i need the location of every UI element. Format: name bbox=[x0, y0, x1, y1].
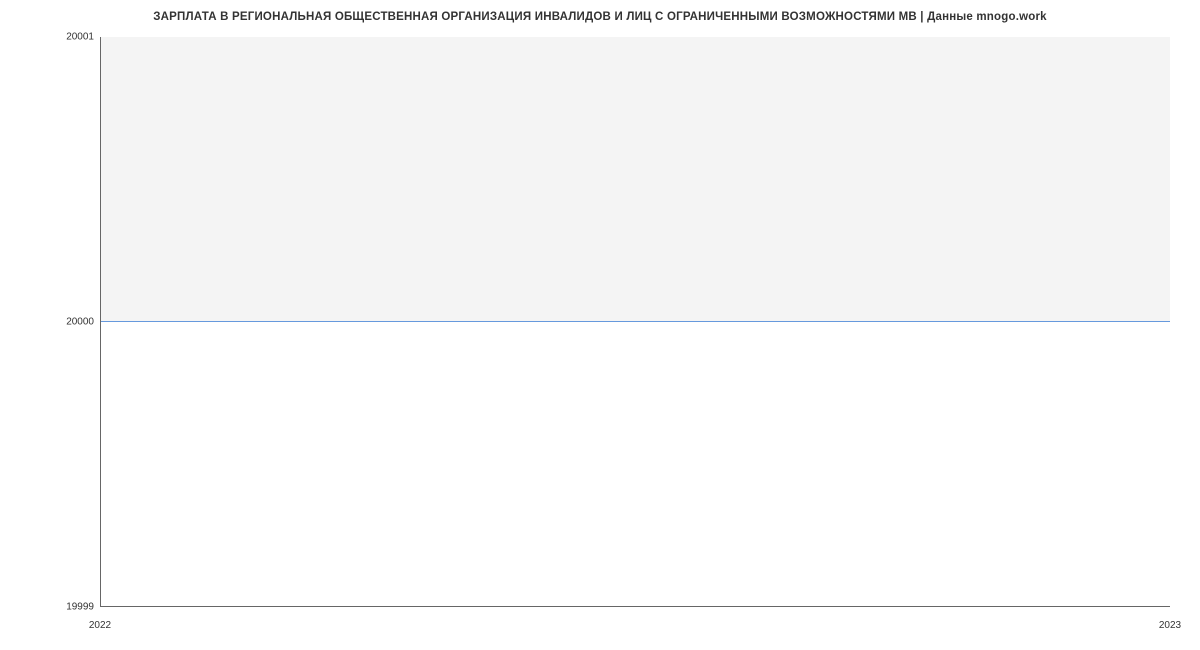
x-tick-left: 2022 bbox=[89, 620, 111, 631]
x-tick-right: 2023 bbox=[1159, 620, 1181, 631]
y-tick-top: 20001 bbox=[66, 32, 94, 43]
y-tick-mid: 20000 bbox=[66, 317, 94, 328]
y-tick-bottom: 19999 bbox=[66, 602, 94, 613]
chart-title: ЗАРПЛАТА В РЕГИОНАЛЬНАЯ ОБЩЕСТВЕННАЯ ОРГ… bbox=[30, 5, 1170, 37]
chart-container: ЗАРПЛАТА В РЕГИОНАЛЬНАЯ ОБЩЕСТВЕННАЯ ОРГ… bbox=[0, 0, 1200, 650]
y-axis: 20001 20000 19999 bbox=[30, 37, 100, 607]
plot-area bbox=[100, 37, 1170, 607]
plot-wrapper: 20001 20000 19999 bbox=[30, 37, 1170, 607]
x-axis: 2022 2023 bbox=[100, 620, 1170, 632]
area-fill bbox=[101, 37, 1170, 322]
